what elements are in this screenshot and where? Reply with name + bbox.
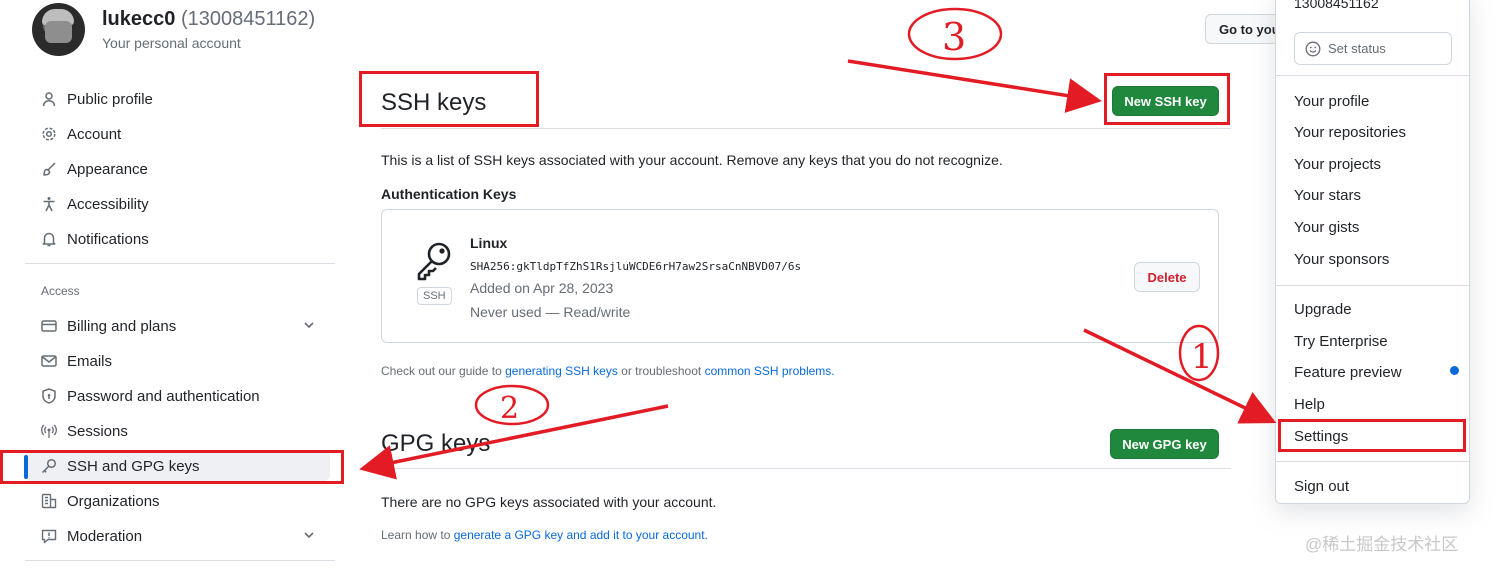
step-2-label: 2 xyxy=(500,391,519,426)
step-3-label: 3 xyxy=(942,15,966,59)
watermark: @稀土掘金技术社区 xyxy=(1305,535,1459,554)
annotation-arrows: 3 2 1 xyxy=(359,7,1277,480)
arrow-to-new-ssh-key xyxy=(847,59,1102,113)
arrow-to-settings xyxy=(1083,328,1277,424)
step-1-label: 1 xyxy=(1191,337,1213,377)
